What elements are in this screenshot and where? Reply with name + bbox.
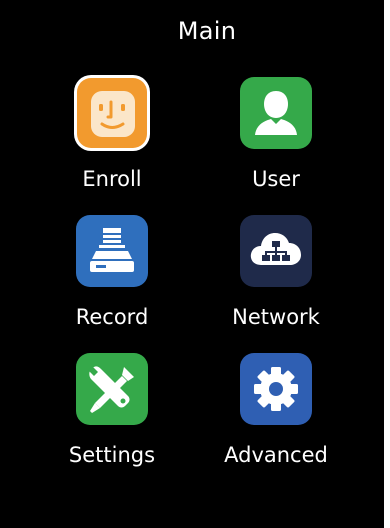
- user-icon-tile[interactable]: [240, 77, 312, 149]
- menu-item-advanced[interactable]: Advanced: [216, 353, 336, 473]
- network-cloud-icon: [250, 233, 301, 265]
- menu-item-user[interactable]: User: [216, 77, 336, 197]
- advanced-icon-tile[interactable]: [240, 353, 312, 425]
- gear-icon: [254, 367, 298, 411]
- page-title: Main: [177, 17, 237, 45]
- network-icon-tile[interactable]: [240, 215, 312, 287]
- menu-item-network[interactable]: Network: [216, 215, 336, 335]
- face-enroll-icon: [91, 91, 135, 137]
- menu-label-settings: Settings: [68, 443, 156, 467]
- menu-label-advanced: Advanced: [224, 443, 328, 467]
- user-icon: [255, 91, 297, 135]
- menu-label-user: User: [252, 167, 300, 191]
- settings-icon-tile[interactable]: [76, 353, 148, 425]
- menu-label-network: Network: [232, 305, 320, 329]
- main-screen: Main Enroll User Record Network Settings…: [0, 0, 384, 528]
- menu-item-settings[interactable]: Settings: [52, 353, 172, 473]
- record-icon: [90, 228, 134, 272]
- menu-item-enroll[interactable]: Enroll: [52, 77, 172, 197]
- enroll-icon-tile[interactable]: [77, 78, 147, 148]
- menu-label-record: Record: [75, 305, 149, 329]
- menu-label-enroll: Enroll: [82, 167, 142, 191]
- menu-item-record[interactable]: Record: [52, 215, 172, 335]
- record-icon-tile[interactable]: [76, 215, 148, 287]
- wrench-screwdriver-icon: [88, 366, 134, 413]
